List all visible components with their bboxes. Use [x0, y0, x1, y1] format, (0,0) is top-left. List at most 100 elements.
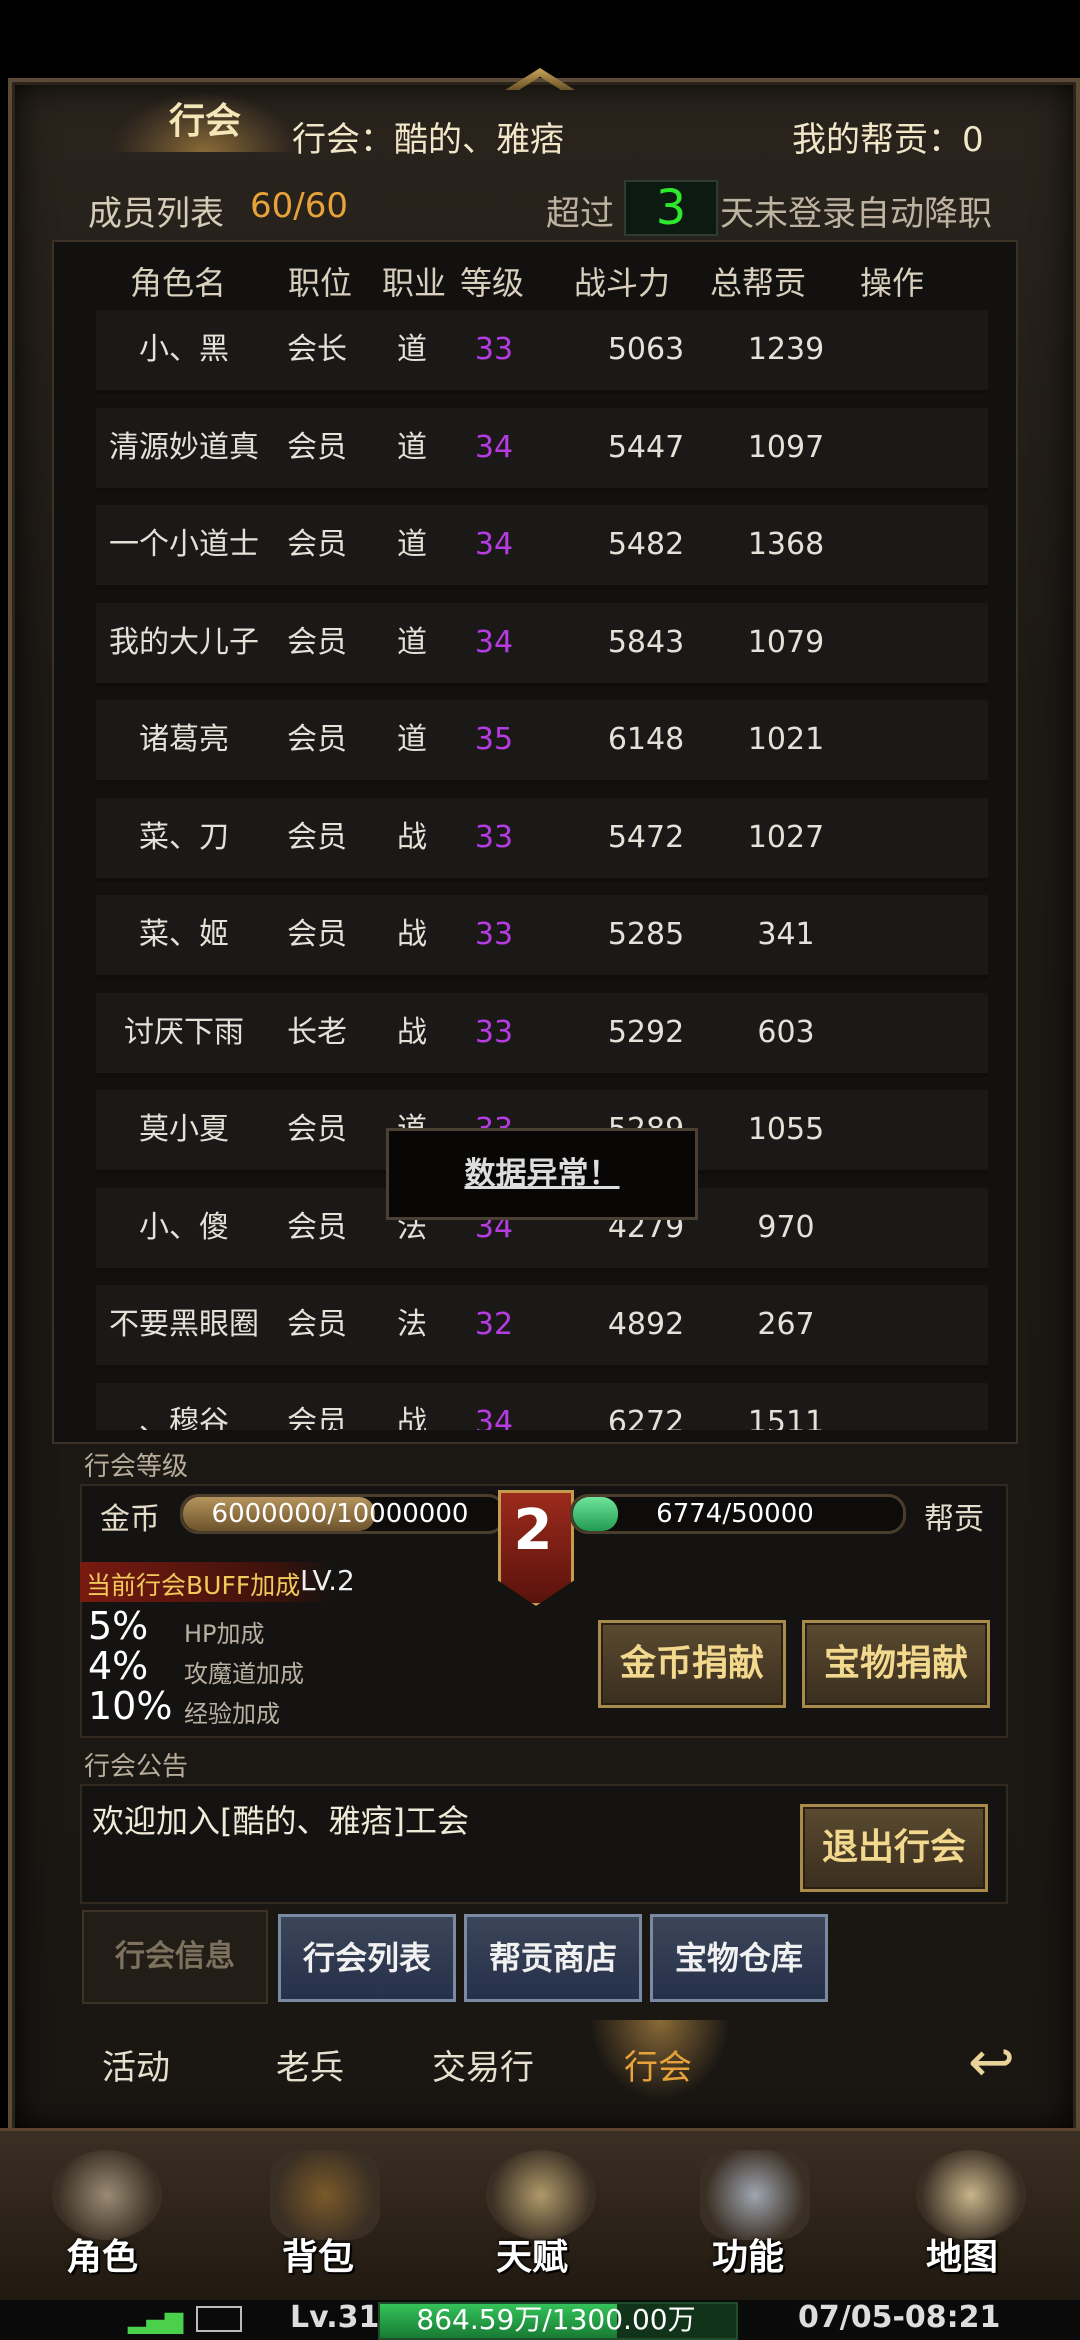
member-class: 战: [397, 917, 427, 952]
member-row[interactable]: 我的大儿子 会员 道 34 5843 1079: [96, 602, 988, 687]
member-class: 道: [397, 722, 427, 757]
member-contrib: 341: [757, 917, 815, 952]
member-level: 34: [474, 429, 514, 465]
bottom-nav-character[interactable]: 角色: [66, 2228, 138, 2280]
buff-title: 当前行会BUFF加成: [86, 1571, 301, 1600]
member-row[interactable]: 讨厌下雨 长老 战 33 5292 603: [96, 992, 988, 1077]
exp-text: 864.59万/1300.00万: [416, 2303, 696, 2336]
member-contrib: 1239: [747, 332, 825, 367]
col-action: 操作: [860, 264, 925, 302]
member-row[interactable]: 不要黑眼圈 会员 法 32 4892 267: [96, 1285, 988, 1369]
member-name: 菜、刀: [139, 819, 229, 855]
player-level: Lv.31: [290, 2300, 380, 2335]
tab-guild[interactable]: 行会: [110, 92, 300, 152]
nav-guild[interactable]: 行会: [624, 2040, 692, 2089]
member-rank: 会员: [287, 1307, 347, 1342]
quit-guild-button[interactable]: 退出行会: [800, 1804, 988, 1892]
member-rank: 会员: [287, 527, 347, 562]
nav-trade[interactable]: 交易行: [432, 2040, 534, 2089]
member-rank: 会长: [287, 332, 347, 367]
member-class: 战: [397, 819, 427, 855]
member-class: 道: [397, 624, 427, 660]
member-class: 战: [397, 1014, 427, 1050]
guild-level-number: 2: [513, 1498, 553, 1563]
signal-icon: ▂▄▆: [128, 2306, 184, 2334]
member-row[interactable]: 小、黑 会长 道 33 5063 1239: [96, 310, 988, 394]
bottom-nav-talent[interactable]: 天赋: [496, 2228, 568, 2280]
member-rank: 会员: [287, 624, 347, 660]
member-row[interactable]: 一个小道士 会员 道 34 5482 1368: [96, 505, 988, 589]
treasure-donate-button[interactable]: 宝物捐献: [802, 1620, 990, 1708]
bottom-nav-backpack[interactable]: 背包: [282, 2228, 354, 2280]
member-contrib: 1079: [747, 624, 825, 660]
member-contrib: 1511: [747, 1404, 825, 1431]
tab-treasure-warehouse[interactable]: 宝物仓库: [650, 1914, 828, 2002]
days-input[interactable]: 3: [624, 180, 718, 236]
bottom-nav-function[interactable]: 功能: [712, 2228, 784, 2280]
member-level: 35: [474, 722, 514, 757]
member-power: 5482: [607, 527, 685, 562]
error-text: 数据异常！: [464, 1156, 620, 1192]
nav-activity[interactable]: 活动: [102, 2040, 170, 2089]
map-icon[interactable]: [916, 2150, 1026, 2240]
member-power: 6148: [607, 722, 685, 757]
member-level: 33: [474, 819, 514, 855]
member-class: 道: [397, 332, 427, 367]
member-rank: 会员: [287, 722, 347, 757]
backpack-icon[interactable]: [270, 2150, 380, 2240]
member-row[interactable]: 菜、刀 会员 战 33 5472 1027: [96, 797, 988, 882]
member-power: 4892: [607, 1307, 685, 1342]
member-power: 5843: [607, 624, 685, 660]
talent-icon[interactable]: [486, 2150, 596, 2240]
member-row[interactable]: 菜、姬 会员 战 33 5285 341: [96, 895, 988, 979]
col-contrib: 总帮贡: [710, 264, 807, 302]
member-contrib: 1368: [747, 527, 825, 562]
buff-hp-label: HP加成: [184, 1620, 265, 1648]
member-power: 5292: [607, 1014, 685, 1050]
member-rank: 会员: [287, 1112, 347, 1147]
function-icon[interactable]: [700, 2150, 810, 2240]
member-power: 5472: [607, 819, 685, 855]
member-row[interactable]: 清源妙道真君会员 道 34 5447 1097: [96, 407, 988, 545]
member-class: 道: [397, 527, 427, 562]
gold-donate-button[interactable]: 金币捐献: [598, 1620, 786, 1708]
notice-title: 行会公告: [84, 1752, 189, 1782]
buff-atk-pct: 4%: [88, 1644, 149, 1688]
member-contrib: 1055: [747, 1112, 825, 1147]
exceed-label: 超过: [546, 194, 614, 234]
member-contrib: 603: [757, 1014, 815, 1050]
col-power: 战斗力: [574, 264, 671, 302]
tab-contrib-shop[interactable]: 帮贡商店: [464, 1914, 642, 2002]
clock: 07/05-08:21: [798, 2300, 1001, 2335]
member-level: 33: [474, 332, 514, 367]
member-rank: 会员: [287, 1404, 347, 1431]
tab-label: 行会: [168, 101, 241, 142]
member-name: 菜、姬: [139, 917, 229, 952]
tab-guild-list[interactable]: 行会列表: [278, 1914, 456, 2002]
guild-name: 行会：酷的、雅痞: [292, 120, 564, 160]
member-rank: 长老: [287, 1014, 347, 1050]
member-level: 33: [474, 1014, 514, 1050]
member-rank: 会员: [287, 1209, 347, 1245]
col-level: 等级: [460, 264, 525, 302]
buff-hp-pct: 5%: [88, 1604, 149, 1648]
member-rank: 会员: [287, 917, 347, 952]
member-row[interactable]: 、穆谷 会员 战 34 6272 1511: [96, 1382, 988, 1431]
tab-guild-info[interactable]: 行会信息: [82, 1910, 268, 2004]
back-arrow-icon[interactable]: ↩: [968, 2030, 1015, 2095]
member-list-label: 成员列表: [88, 194, 224, 234]
bottom-nav-map[interactable]: 地图: [926, 2228, 998, 2280]
gold-progress-text: 6000000/10000000: [211, 1499, 469, 1529]
member-rank: 会员: [287, 819, 347, 855]
member-row[interactable]: 诸葛亮 会员 道 35 6148 1021: [96, 700, 988, 784]
member-contrib: 1021: [747, 722, 825, 757]
member-contrib: 1027: [747, 819, 825, 855]
character-icon[interactable]: [52, 2150, 162, 2240]
member-name: 讨厌下雨: [124, 1014, 244, 1050]
col-name: 角色名: [130, 264, 227, 302]
member-name: 清源妙道真君: [109, 429, 259, 545]
nav-veteran[interactable]: 老兵: [276, 2040, 344, 2089]
contrib-label: 帮贡: [924, 1502, 984, 1537]
col-rank: 职位: [288, 264, 353, 302]
battery-icon: [196, 2306, 242, 2332]
